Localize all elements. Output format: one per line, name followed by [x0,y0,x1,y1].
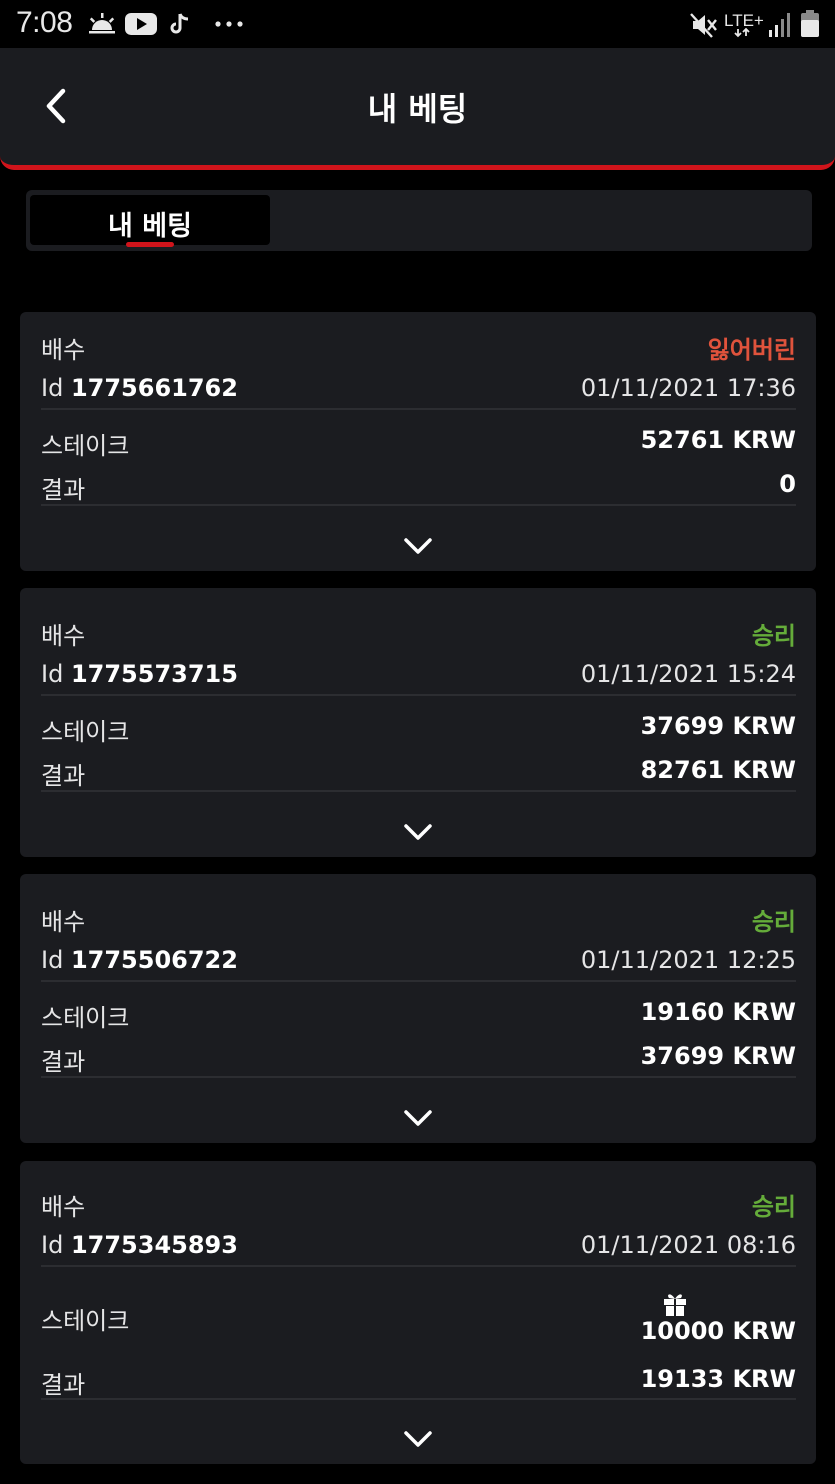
stake-row: 스테이크 37699 KRW [41,708,796,748]
bet-card: 배수 승리 Id 1775345893 01/11/2021 08:16 스테이… [20,1161,816,1464]
stake-value: 37699 KRW [640,712,796,740]
stake-value: 19160 KRW [640,998,796,1026]
id-row: Id 1775573715 01/11/2021 15:24 [41,656,796,696]
odds-row: 배수 승리 [41,1183,796,1223]
bet-datetime: 01/11/2021 15:24 [580,660,796,688]
id-label: Id [41,660,64,688]
bet-status: 승리 [751,908,796,936]
stake-label: 스테이크 [41,432,130,460]
stake-row: 스테이크 19160 KRW [41,994,796,1034]
stake-row: 스테이크 10000 KRW [41,1294,796,1345]
stake-value-group: 10000 KRW [596,1294,796,1353]
id-row: Id 1775661762 01/11/2021 17:36 [41,370,796,410]
stake-label: 스테이크 [41,1307,130,1335]
odds-label: 배수 [41,622,86,650]
bet-card: 배수 잃어버린 Id 1775661762 01/11/2021 17:36 스… [20,312,816,571]
svg-text:LTE+: LTE+ [724,11,764,30]
odds-label: 배수 [41,336,86,364]
divider [41,1265,796,1267]
divider [41,1076,796,1078]
tab-bar: 내 베팅 [26,190,812,251]
bet-id: 1775573715 [70,660,238,688]
weather-icon [88,12,116,36]
lte-icon: LTE+ [724,8,766,38]
result-value: 19133 KRW [640,1365,796,1393]
stake-label: 스테이크 [41,1004,130,1032]
expand-chevron-icon[interactable] [403,1108,433,1128]
tab-label: 내 베팅 [108,211,192,242]
tiktok-icon [170,12,190,36]
result-row: 결과 37699 KRW [41,1038,796,1078]
youtube-icon [125,12,157,36]
id-label: Id [41,374,64,402]
bet-datetime: 01/11/2021 08:16 [580,1231,796,1259]
bet-id: 1775661762 [70,374,238,402]
result-row: 결과 82761 KRW [41,752,796,792]
result-label: 결과 [41,476,86,504]
bet-id: 1775506722 [70,946,238,974]
divider [41,790,796,792]
id-row: Id 1775345893 01/11/2021 08:16 [41,1227,796,1267]
status-time: 7:08 [16,6,73,39]
result-value: 37699 KRW [640,1042,796,1070]
app-header: 내 베팅 [0,48,835,170]
expand-chevron-icon[interactable] [403,536,433,556]
odds-label: 배수 [41,908,86,936]
id-label: Id [41,946,64,974]
stake-value: 10000 KRW [640,1317,796,1345]
stake-label: 스테이크 [41,718,130,746]
status-bar: 7:08 LTE+ [0,0,835,48]
result-row: 결과 19133 KRW [41,1361,796,1401]
bet-status: 승리 [751,1193,796,1221]
result-row: 결과 0 [41,466,796,506]
battery-icon [800,10,820,38]
odds-row: 배수 승리 [41,612,796,652]
divider [41,980,796,982]
stake-value: 52761 KRW [640,426,796,454]
odds-label: 배수 [41,1193,86,1221]
result-label: 결과 [41,1048,86,1076]
mute-icon [690,12,718,38]
bet-id: 1775345893 [70,1231,238,1259]
id-label: Id [41,1231,64,1259]
bet-card: 배수 승리 Id 1775506722 01/11/2021 12:25 스테이… [20,874,816,1143]
result-label: 결과 [41,762,86,790]
stake-row: 스테이크 52761 KRW [41,422,796,462]
gift-icon [664,1294,686,1316]
result-value: 0 [779,470,796,498]
result-label: 결과 [41,1371,86,1399]
odds-row: 배수 잃어버린 [41,326,796,366]
expand-chevron-icon[interactable] [403,1429,433,1449]
odds-row: 배수 승리 [41,898,796,938]
bet-datetime: 01/11/2021 17:36 [580,374,796,402]
tab-my-bets[interactable]: 내 베팅 [30,195,270,247]
bet-datetime: 01/11/2021 12:25 [580,946,796,974]
bet-status: 잃어버린 [707,336,796,364]
id-row: Id 1775506722 01/11/2021 12:25 [41,942,796,982]
result-value: 82761 KRW [640,756,796,784]
divider [41,694,796,696]
bet-status: 승리 [751,622,796,650]
more-dots-icon [214,20,244,28]
tab-active-indicator [126,242,174,247]
page-title: 내 베팅 [367,90,468,128]
divider [41,504,796,506]
expand-chevron-icon[interactable] [403,822,433,842]
bet-card: 배수 승리 Id 1775573715 01/11/2021 15:24 스테이… [20,588,816,857]
divider [41,408,796,410]
signal-icon [768,12,792,38]
divider [41,1398,796,1400]
